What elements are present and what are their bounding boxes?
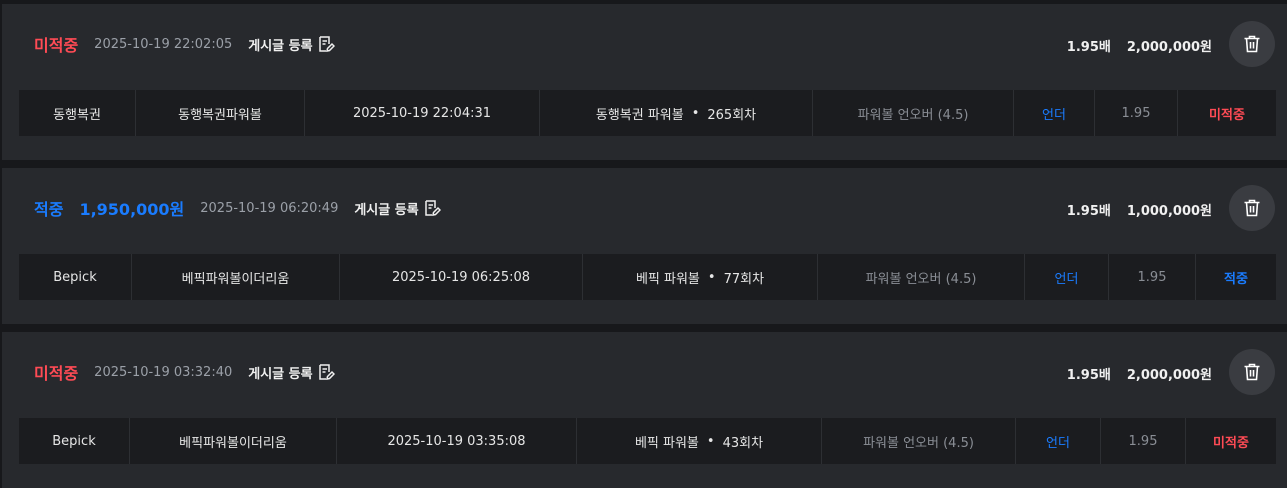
bet-summary: 1.95배 1,000,000원	[1067, 200, 1212, 219]
time-cell: 2025-10-19 22:04:31	[305, 90, 540, 136]
game-cell: 동행복권파워볼	[136, 90, 305, 136]
bet-header: 미적중 2025-10-19 03:32:40 게시글 등록	[34, 360, 335, 384]
stake-value: 2,000,000원	[1126, 368, 1212, 383]
rate-cell: 1.95	[1101, 418, 1186, 464]
round-separator: •	[707, 269, 716, 285]
bet-detail-row: 동행복권 동행복권파워볼 2025-10-19 22:04:31 동행복권 파워…	[19, 90, 1276, 136]
bet-datetime: 2025-10-19 06:20:49	[200, 200, 339, 216]
round-cell: 베픽 파워볼 • 43회차	[577, 418, 822, 464]
post-button-label: 게시글 등록	[248, 366, 313, 382]
market-cell: 파워볼 언오버 (4.5)	[818, 254, 1025, 300]
game-cell: 베픽파워볼이더리움	[130, 418, 337, 464]
bet-detail-row: Bepick 베픽파워볼이더리움 2025-10-19 03:35:08 베픽 …	[19, 418, 1276, 464]
trash-icon	[1244, 35, 1260, 53]
result-cell: 적중	[1224, 271, 1248, 287]
bet-summary: 1.95배 2,000,000원	[1067, 364, 1212, 383]
bet-header: 적중 1,950,000원 2025-10-19 06:20:49 게시글 등록	[34, 196, 441, 220]
bet-header: 미적중 2025-10-19 22:02:05 게시글 등록	[34, 32, 335, 56]
pick-cell: 언더	[1025, 254, 1109, 300]
site-cell: Bepick	[19, 418, 130, 464]
delete-button[interactable]	[1229, 185, 1275, 231]
game-cell: 베픽파워볼이더리움	[132, 254, 340, 300]
bet-summary: 1.95배 2,000,000원	[1067, 36, 1212, 55]
round-name: 베픽 파워볼	[634, 435, 699, 451]
bet-card: 미적중 2025-10-19 22:02:05 게시글 등록 1.95배 2,0…	[2, 4, 1287, 160]
result-cell: 미적중	[1213, 435, 1249, 451]
delete-button[interactable]	[1229, 349, 1275, 395]
rate-cell: 1.95	[1095, 90, 1178, 136]
market-cell: 파워볼 언오버 (4.5)	[822, 418, 1016, 464]
odds-value: 1.95배	[1066, 368, 1111, 383]
time-cell: 2025-10-19 06:25:08	[340, 254, 583, 300]
rate-cell: 1.95	[1109, 254, 1196, 300]
odds-value: 1.95배	[1066, 204, 1111, 219]
edit-note-icon	[318, 36, 335, 52]
pick-cell: 언더	[1016, 418, 1101, 464]
round-number: 43회차	[722, 435, 764, 451]
bet-datetime: 2025-10-19 22:02:05	[94, 36, 233, 52]
market-cell: 파워볼 언오버 (4.5)	[813, 90, 1014, 136]
bet-card: 미적중 2025-10-19 03:32:40 게시글 등록 1.95배 2,0…	[2, 332, 1287, 488]
post-button-label: 게시글 등록	[354, 202, 419, 218]
post-button[interactable]: 게시글 등록	[248, 363, 335, 382]
round-number: 265회차	[707, 107, 757, 123]
post-button-label: 게시글 등록	[248, 38, 313, 54]
round-number: 77회차	[723, 271, 765, 287]
round-separator: •	[691, 105, 700, 121]
round-cell: 베픽 파워볼 • 77회차	[583, 254, 818, 300]
odds-value: 1.95배	[1066, 40, 1111, 55]
round-separator: •	[706, 433, 715, 449]
trash-icon	[1244, 199, 1260, 217]
status-label: 미적중	[34, 36, 79, 55]
time-cell: 2025-10-19 03:35:08	[337, 418, 577, 464]
win-amount: 1,950,000원	[79, 200, 185, 219]
edit-note-icon	[318, 364, 335, 380]
trash-icon	[1244, 363, 1260, 381]
post-button[interactable]: 게시글 등록	[248, 35, 335, 54]
pick-cell: 언더	[1014, 90, 1095, 136]
bet-datetime: 2025-10-19 03:32:40	[94, 364, 233, 380]
site-cell: Bepick	[19, 254, 132, 300]
status-label: 미적중	[34, 364, 79, 383]
round-cell: 동행복권 파워볼 • 265회차	[540, 90, 813, 136]
edit-note-icon	[424, 200, 441, 216]
stake-value: 1,000,000원	[1126, 204, 1212, 219]
round-name: 베픽 파워볼	[635, 271, 700, 287]
result-cell: 미적중	[1209, 107, 1245, 123]
delete-button[interactable]	[1229, 21, 1275, 67]
stake-value: 2,000,000원	[1126, 40, 1212, 55]
status-label: 적중	[34, 200, 64, 219]
round-name: 동행복권 파워볼	[595, 107, 684, 123]
post-button[interactable]: 게시글 등록	[354, 199, 441, 218]
bet-detail-row: Bepick 베픽파워볼이더리움 2025-10-19 06:25:08 베픽 …	[19, 254, 1276, 300]
site-cell: 동행복권	[19, 90, 136, 136]
bet-card: 적중 1,950,000원 2025-10-19 06:20:49 게시글 등록…	[2, 168, 1287, 324]
